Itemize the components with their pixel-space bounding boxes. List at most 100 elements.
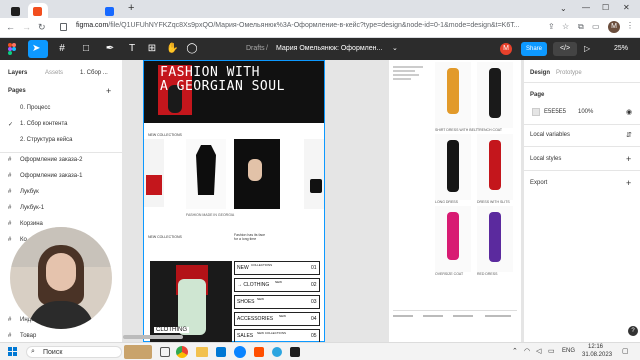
tray-chevron-up-icon[interactable]: ⌃ (512, 347, 518, 355)
clock-time[interactable]: 12:16 (588, 344, 603, 350)
black-outfit (489, 68, 501, 118)
shape-tool-icon[interactable]: □ (80, 43, 92, 55)
layer-item[interactable]: Оформление заказа-1 (20, 173, 82, 179)
checkmark-icon: ✓ (8, 122, 14, 128)
menu-item-new[interactable]: NEW COLLECTIONS 01 (234, 261, 320, 275)
hero-headline-line1: FASHION WITH (160, 65, 260, 80)
notifications-icon[interactable]: ▢ (622, 347, 629, 355)
move-tool-button[interactable]: ➤ (28, 40, 48, 58)
design-canvas[interactable]: FASHION WITH A GEORGIAN SOUL NEW COLLECT… (123, 60, 523, 342)
present-play-icon[interactable]: ▷ (584, 44, 590, 53)
add-style-icon[interactable]: + (626, 154, 631, 164)
variables-settings-icon[interactable]: ⇵ (626, 131, 632, 139)
menu-item-clothing[interactable]: → CLOTHING NEW 02 (234, 278, 320, 292)
text-tool-icon[interactable]: T (126, 43, 138, 55)
file-explorer-icon[interactable] (196, 347, 208, 357)
bg-color-swatch[interactable] (532, 108, 540, 116)
lookbook-frame[interactable]: SHIRT DRESS WITH BELT TRENCH COAT LONG D… (389, 60, 521, 342)
task-view-icon[interactable] (160, 347, 170, 357)
back-icon[interactable]: ← (6, 22, 15, 32)
canvas-horizontal-scrollbar[interactable] (123, 335, 183, 339)
close-icon[interactable]: ✕ (623, 3, 630, 12)
page-item-collect[interactable]: 1. Сбор контента (20, 121, 67, 127)
search-highlight-image[interactable] (124, 345, 152, 359)
menu-item-accessories[interactable]: ACCESSORIES NEW 04 (234, 312, 320, 326)
layer-item[interactable]: Лукбук (20, 189, 39, 195)
bg-color-hex[interactable]: E5E5E5 (544, 109, 566, 115)
app-icon[interactable] (254, 347, 264, 357)
taskbar-search-box[interactable]: ⌕ Поиск (26, 346, 122, 358)
lookbook-caption: LONG DRESS (435, 200, 458, 204)
browser-tab-figma-1[interactable] (6, 3, 26, 18)
bg-opacity[interactable]: 100% (578, 109, 593, 115)
menu-item-sales[interactable]: SALES NEW COLLECTIONS 05 (234, 329, 320, 342)
figma-taskbar-icon[interactable] (290, 347, 300, 357)
layer-item[interactable]: Лукбук-1 (20, 205, 44, 211)
telegram-icon[interactable] (272, 347, 282, 357)
tab-assets[interactable]: Assets (45, 70, 63, 76)
share-page-icon[interactable]: ⇪ (548, 22, 555, 31)
browser-tab-figma-2[interactable] (28, 3, 48, 18)
page-item-structure[interactable]: 2. Структура кейса (20, 137, 73, 143)
comment-tool-icon[interactable]: ◯ (186, 43, 198, 55)
zoom-level[interactable]: 25% (614, 45, 628, 52)
resources-tool-icon[interactable]: ⊞ (146, 43, 158, 55)
browser-tab-behance[interactable] (100, 3, 120, 18)
visibility-eye-icon[interactable]: ◉ (626, 108, 632, 116)
layer-item[interactable]: Товар (20, 333, 36, 339)
page-selector[interactable]: 1. Сбор ... (80, 70, 108, 76)
figma-menu-icon[interactable] (6, 43, 18, 55)
export-label[interactable]: Export (530, 180, 547, 186)
wifi-icon[interactable]: ◠ (524, 347, 530, 355)
menu-kebab-icon[interactable]: ⋮ (626, 21, 634, 30)
chrome-taskbar-icon[interactable] (176, 346, 188, 358)
speaker-icon[interactable]: ◁ (536, 347, 541, 355)
lock-icon[interactable] (60, 23, 67, 31)
add-export-icon[interactable]: + (626, 178, 631, 188)
drafts-label[interactable]: Drafts (246, 45, 265, 52)
tab-prototype[interactable]: Prototype (556, 70, 582, 76)
menu-item-label: → CLOTHING (237, 282, 270, 288)
tab-layers[interactable]: Layers (8, 70, 27, 76)
skin-tone (248, 159, 262, 181)
windows-start-icon[interactable] (8, 347, 18, 357)
help-icon[interactable]: ? (628, 326, 638, 336)
forward-icon[interactable]: → (22, 22, 31, 32)
tab-design[interactable]: Design (530, 70, 550, 76)
layer-item[interactable]: Оформление заказа-2 (20, 157, 82, 163)
battery-icon[interactable]: ▭ (548, 347, 555, 355)
figma-favicon-icon (33, 7, 42, 16)
store-icon[interactable] (216, 347, 226, 357)
reload-icon[interactable]: ↻ (38, 22, 46, 33)
profile-avatar[interactable]: M (608, 21, 620, 33)
tab-search-icon[interactable]: ⌄ (560, 4, 567, 13)
minimize-icon[interactable]: — (582, 3, 590, 12)
page-item-process[interactable]: 0. Процесс (20, 105, 50, 111)
menu-item-shoes[interactable]: SHOES NEW 03 (234, 295, 320, 309)
frame-icon: # (8, 205, 12, 211)
dev-mode-toggle[interactable]: </> (553, 42, 577, 56)
share-button[interactable]: Share (521, 42, 547, 56)
hand-tool-icon[interactable]: ✋ (166, 43, 178, 55)
clock-date[interactable]: 31.08.2023 (582, 352, 612, 358)
language-indicator[interactable]: ENG (562, 348, 575, 354)
collaborator-avatar[interactable]: M (500, 43, 512, 55)
edge-icon[interactable] (234, 346, 246, 358)
menu-item-number: 01 (311, 265, 317, 271)
add-page-icon[interactable]: + (106, 86, 111, 96)
extensions-icon[interactable]: ⧉ (578, 22, 584, 32)
maximize-icon[interactable]: ☐ (602, 3, 609, 12)
bookmark-star-icon[interactable]: ☆ (562, 22, 569, 31)
url-field[interactable]: figma.com/file/Q1UFUhNYFKZqc8Xs9pxQO/Мар… (76, 22, 520, 29)
main-frame[interactable]: FASHION WITH A GEORGIAN SOUL NEW COLLECT… (143, 60, 325, 342)
local-styles-label[interactable]: Local styles (530, 156, 561, 162)
frame-tool-icon[interactable]: # (56, 43, 68, 55)
file-title[interactable]: Мария Омельянюк: Оформлен... (276, 45, 382, 52)
figma-toolbar: ➤ # □ ✒ T ⊞ ✋ ◯ Drafts / Мария Омельянюк… (0, 38, 640, 60)
file-menu-chevron-down-icon[interactable]: ⌄ (392, 44, 398, 52)
new-tab-button[interactable]: + (128, 2, 134, 14)
sidebar-icon[interactable]: ▭ (592, 22, 600, 31)
local-variables-label[interactable]: Local variables (530, 132, 570, 138)
pen-tool-icon[interactable]: ✒ (104, 43, 116, 55)
lookbook-footer (393, 310, 517, 340)
